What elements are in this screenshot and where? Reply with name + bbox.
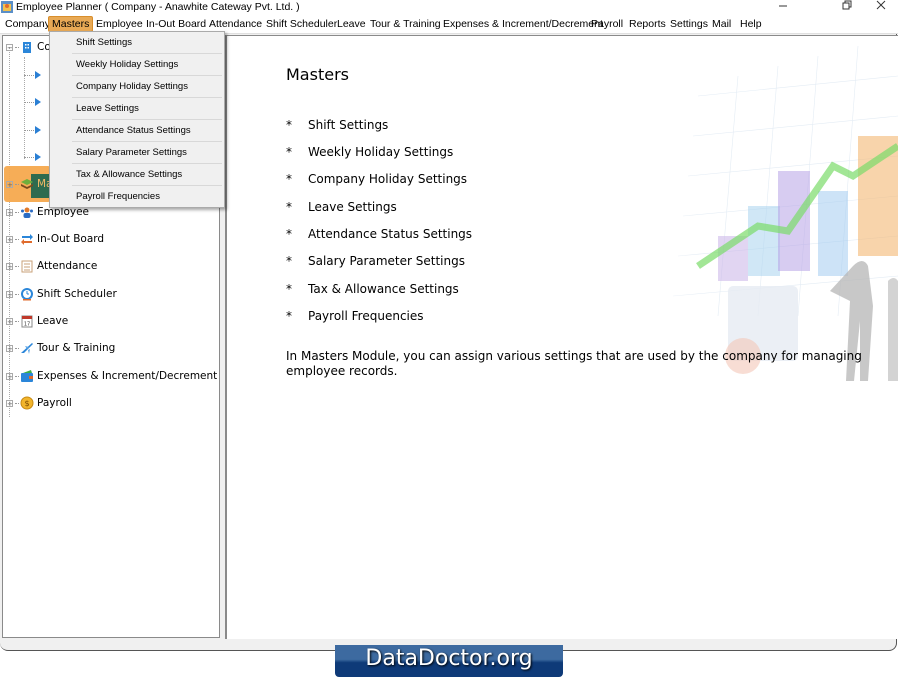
menu-reports[interactable]: Reports xyxy=(626,16,669,32)
menu-shift-scheduler[interactable]: Shift Scheduler xyxy=(263,16,340,32)
close-button[interactable] xyxy=(866,0,896,14)
tree-item-shift-scheduler[interactable]: + Shift Scheduler xyxy=(6,285,117,303)
tree-item-attendance[interactable]: + Attendance xyxy=(6,257,97,275)
airplane-icon xyxy=(21,343,33,354)
close-icon xyxy=(876,0,886,10)
menu-leave[interactable]: Leave xyxy=(334,16,369,32)
menu-item-attendance-status-settings[interactable]: Attendance Status Settings xyxy=(50,120,224,142)
window-title: Employee Planner ( Company - Anawhite Ca… xyxy=(16,1,300,13)
coin-icon: $ xyxy=(20,396,34,410)
minimize-button[interactable] xyxy=(768,0,798,14)
menu-attendance[interactable]: Attendance xyxy=(206,16,265,32)
feature-item: * Payroll Frequencies xyxy=(286,309,424,323)
datadoctor-logo: DataDoctor.org xyxy=(335,645,563,677)
expand-icon[interactable]: + xyxy=(6,262,13,270)
menu-expenses[interactable]: Expenses & Increment/Decrement xyxy=(440,16,606,32)
restore-icon xyxy=(842,0,852,10)
svg-text:17: 17 xyxy=(24,322,30,328)
app-icon xyxy=(1,1,13,13)
expand-icon[interactable]: + xyxy=(6,208,13,216)
tree-subitem[interactable] xyxy=(24,96,41,108)
minimize-icon xyxy=(779,5,787,7)
in-out-icon xyxy=(21,234,33,245)
content-pane: Masters * Shift Settings * Weekly Holiday … xyxy=(225,35,898,639)
attendance-icon xyxy=(21,260,33,273)
tree-label: Shift Scheduler xyxy=(37,288,117,300)
calendar-icon: 17 xyxy=(21,315,33,328)
menu-item-leave-settings[interactable]: Leave Settings xyxy=(50,98,224,120)
feature-item: * Tax & Allowance Settings xyxy=(286,282,459,296)
menu-mail[interactable]: Mail xyxy=(709,16,734,32)
expand-icon[interactable]: + xyxy=(6,372,13,380)
menu-in-out-board[interactable]: In-Out Board xyxy=(143,16,209,32)
tree-item-expenses[interactable]: + Expenses & Increment/Decrement xyxy=(6,367,217,385)
background-illustration xyxy=(638,36,898,396)
building-icon xyxy=(23,42,31,53)
expand-icon[interactable]: + xyxy=(6,344,13,352)
title-bar: Employee Planner ( Company - Anawhite Ca… xyxy=(0,0,898,15)
menu-item-shift-settings[interactable]: Shift Settings xyxy=(50,32,224,54)
menu-item-tax-allowance-settings[interactable]: Tax & Allowance Settings xyxy=(50,164,224,186)
tree-item-masters[interactable]: + Ma xyxy=(6,175,53,193)
tree-subitem[interactable] xyxy=(24,69,41,81)
arrow-icon xyxy=(35,98,41,106)
tree-subitem[interactable] xyxy=(24,151,41,163)
menu-employee[interactable]: Employee xyxy=(93,16,146,32)
feature-item: * Leave Settings xyxy=(286,200,397,214)
tree-label: Tour & Training xyxy=(37,342,116,354)
tree-subitem[interactable] xyxy=(24,124,41,136)
arrow-icon xyxy=(35,153,41,161)
tree-label: Attendance xyxy=(37,260,98,272)
menu-payroll[interactable]: Payroll xyxy=(588,16,626,32)
menu-company[interactable]: Company xyxy=(2,16,53,32)
expand-icon[interactable]: + xyxy=(6,290,13,298)
arrow-icon xyxy=(35,126,41,134)
employee-icon xyxy=(21,207,33,218)
feature-item: * Salary Parameter Settings xyxy=(286,254,465,268)
menu-masters[interactable]: Masters xyxy=(48,16,94,32)
tree-label: Expenses & Increment/Decrement xyxy=(37,370,218,382)
menu-item-company-holiday-settings[interactable]: Company Holiday Settings xyxy=(50,76,224,98)
tree-item-company[interactable]: − Co xyxy=(6,38,51,56)
page-title: Masters xyxy=(286,65,349,84)
tree-label: In-Out Board xyxy=(37,233,105,245)
layers-icon xyxy=(21,179,33,189)
wallet-icon xyxy=(21,370,33,382)
feature-item: * Attendance Status Settings xyxy=(286,227,473,241)
masters-dropdown-menu: Shift Settings Weekly Holiday Settings C… xyxy=(49,31,225,208)
tree-item-tour-training[interactable]: + Tour & Training xyxy=(6,339,115,357)
tree-label: Leave xyxy=(37,315,69,327)
collapse-icon[interactable]: − xyxy=(6,43,13,51)
svg-text:$: $ xyxy=(24,399,29,408)
module-description: In Masters Module, you can assign variou… xyxy=(286,349,862,378)
restore-button[interactable] xyxy=(832,0,862,14)
menu-item-weekly-holiday-settings[interactable]: Weekly Holiday Settings xyxy=(50,54,224,76)
feature-item: * Weekly Holiday Settings xyxy=(286,145,454,159)
feature-item: * Company Holiday Settings xyxy=(286,172,468,186)
expand-icon[interactable]: + xyxy=(6,180,13,188)
feature-item: * Shift Settings xyxy=(286,118,389,132)
arrow-icon xyxy=(35,71,41,79)
menu-settings[interactable]: Settings xyxy=(667,16,711,32)
menu-item-payroll-frequencies[interactable]: Payroll Frequencies xyxy=(50,186,224,208)
tree-item-leave[interactable]: + 17 Leave xyxy=(6,312,68,330)
tree-item-payroll[interactable]: + $ Payroll xyxy=(6,394,72,412)
menu-item-salary-parameter-settings[interactable]: Salary Parameter Settings xyxy=(50,142,224,164)
tree-item-in-out-board[interactable]: + In-Out Board xyxy=(6,230,104,248)
clock-icon xyxy=(21,288,33,301)
expand-icon[interactable]: + xyxy=(6,317,13,325)
expand-icon[interactable]: + xyxy=(6,235,13,243)
tree-label: Payroll xyxy=(37,397,72,409)
menu-tour-training[interactable]: Tour & Training xyxy=(367,16,444,32)
expand-icon[interactable]: + xyxy=(6,399,13,407)
menu-help[interactable]: Help xyxy=(737,16,765,32)
